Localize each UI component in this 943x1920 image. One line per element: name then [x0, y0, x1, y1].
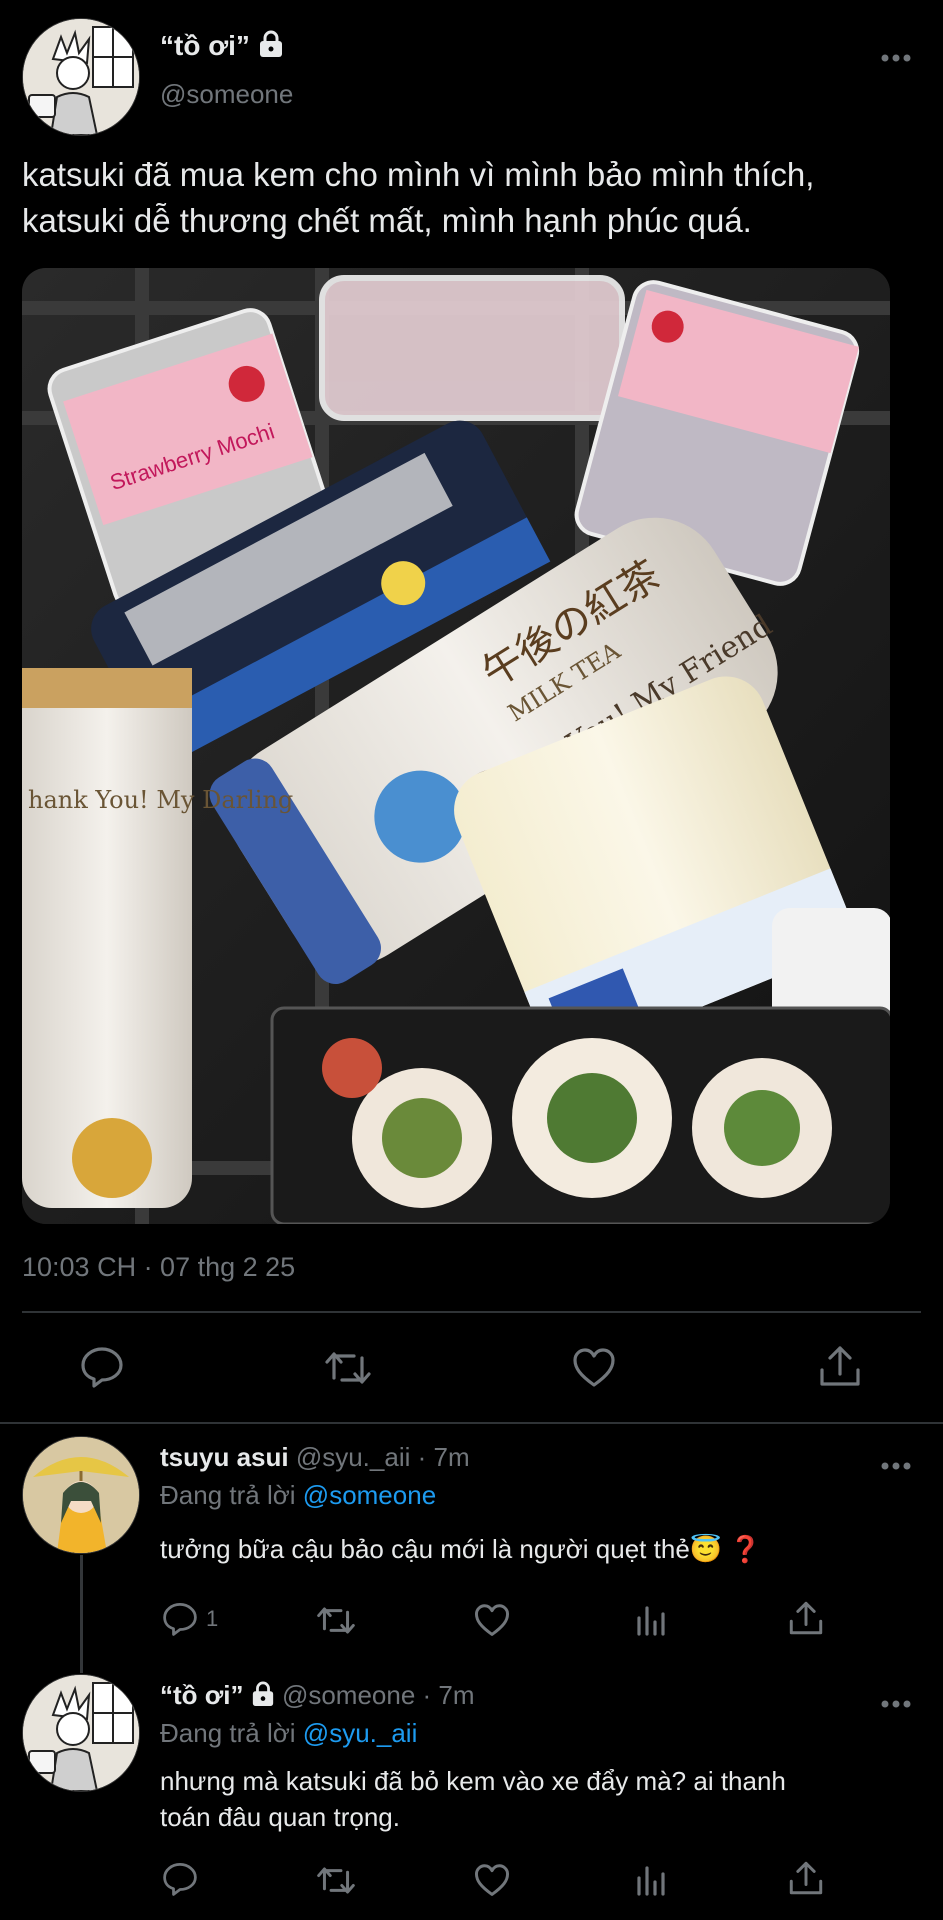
tweet-photo[interactable]: Strawberry Mochi 午後の紅茶 MILK TEA Thank Yo…: [22, 268, 890, 1224]
more-dots-icon[interactable]: [880, 1690, 912, 1710]
share-icon[interactable]: [818, 1344, 862, 1388]
reply-1-display-name[interactable]: tsuyu asui: [160, 1442, 289, 1472]
more-dots-icon[interactable]: [880, 1452, 912, 1472]
reply-1-handle-time[interactable]: @syu._aii · 7m: [296, 1442, 470, 1472]
reply-bubble-icon[interactable]: [80, 1346, 124, 1388]
reply-2-text-line-2: toán đâu quan trọng.: [160, 1802, 400, 1832]
retweet-icon[interactable]: [324, 1348, 372, 1388]
lock-icon: [258, 30, 284, 65]
divider-bottom: [0, 1422, 943, 1424]
share-icon[interactable]: [788, 1600, 824, 1636]
heart-icon[interactable]: [474, 1864, 510, 1897]
author-avatar[interactable]: [22, 18, 140, 136]
heart-icon[interactable]: [474, 1604, 510, 1637]
reply-2-display-name[interactable]: “tồ ơi”: [160, 1680, 243, 1710]
thread-connector-line: [80, 1555, 83, 1673]
analytics-bars-icon[interactable]: [636, 1604, 666, 1636]
reply-2-avatar[interactable]: [22, 1674, 140, 1792]
manga-avatar-image: [23, 19, 139, 135]
photo-label-left-bottle: hank You! My Darling: [28, 786, 293, 814]
retweet-icon[interactable]: [316, 1864, 356, 1897]
divider-top: [22, 1311, 921, 1313]
more-dots-icon[interactable]: [880, 44, 912, 64]
reply-1-replying-prefix: Đang trả lời: [160, 1480, 296, 1510]
manga-avatar-image: [23, 1675, 139, 1791]
share-icon[interactable]: [788, 1860, 824, 1896]
shopping-basket-photo: Strawberry Mochi 午後の紅茶 MILK TEA Thank Yo…: [22, 268, 890, 1224]
reply-1-replying-to[interactable]: @someone: [303, 1480, 436, 1510]
tweet-text-line-1: katsuki đã mua kem cho mình vì mình bảo …: [22, 156, 815, 193]
author-handle[interactable]: @someone: [160, 79, 293, 110]
reply-1-text: tưởng bữa cậu bảo cậu mới là người quẹt …: [160, 1534, 762, 1564]
reply-2-handle-time[interactable]: @someone · 7m: [282, 1680, 475, 1710]
retweet-icon[interactable]: [316, 1604, 356, 1637]
tweet-text-line-2: katsuki dễ thương chết mất, mình hạnh ph…: [22, 202, 752, 239]
reply-bubble-icon[interactable]: [162, 1862, 198, 1896]
reply-1-avatar[interactable]: [22, 1436, 140, 1554]
author-display-name[interactable]: “tồ ơi”: [160, 30, 250, 61]
reply-bubble-icon[interactable]: [162, 1602, 198, 1636]
reply-2-replying-prefix: Đang trả lời: [160, 1718, 296, 1748]
heart-icon[interactable]: [572, 1348, 616, 1388]
analytics-bars-icon[interactable]: [636, 1864, 666, 1896]
reply-1-reply-count: 1: [206, 1606, 219, 1631]
reply-2-replying-to[interactable]: @syu._aii: [303, 1718, 418, 1748]
reply-2-text-line-1: nhưng mà katsuki đã bỏ kem vào xe đẩy mà…: [160, 1766, 786, 1796]
reply-1-avatar-image: [23, 1437, 139, 1553]
lock-icon: [251, 1681, 275, 1714]
tweet-timestamp[interactable]: 10:03 CH · 07 thg 2 25: [22, 1252, 295, 1283]
